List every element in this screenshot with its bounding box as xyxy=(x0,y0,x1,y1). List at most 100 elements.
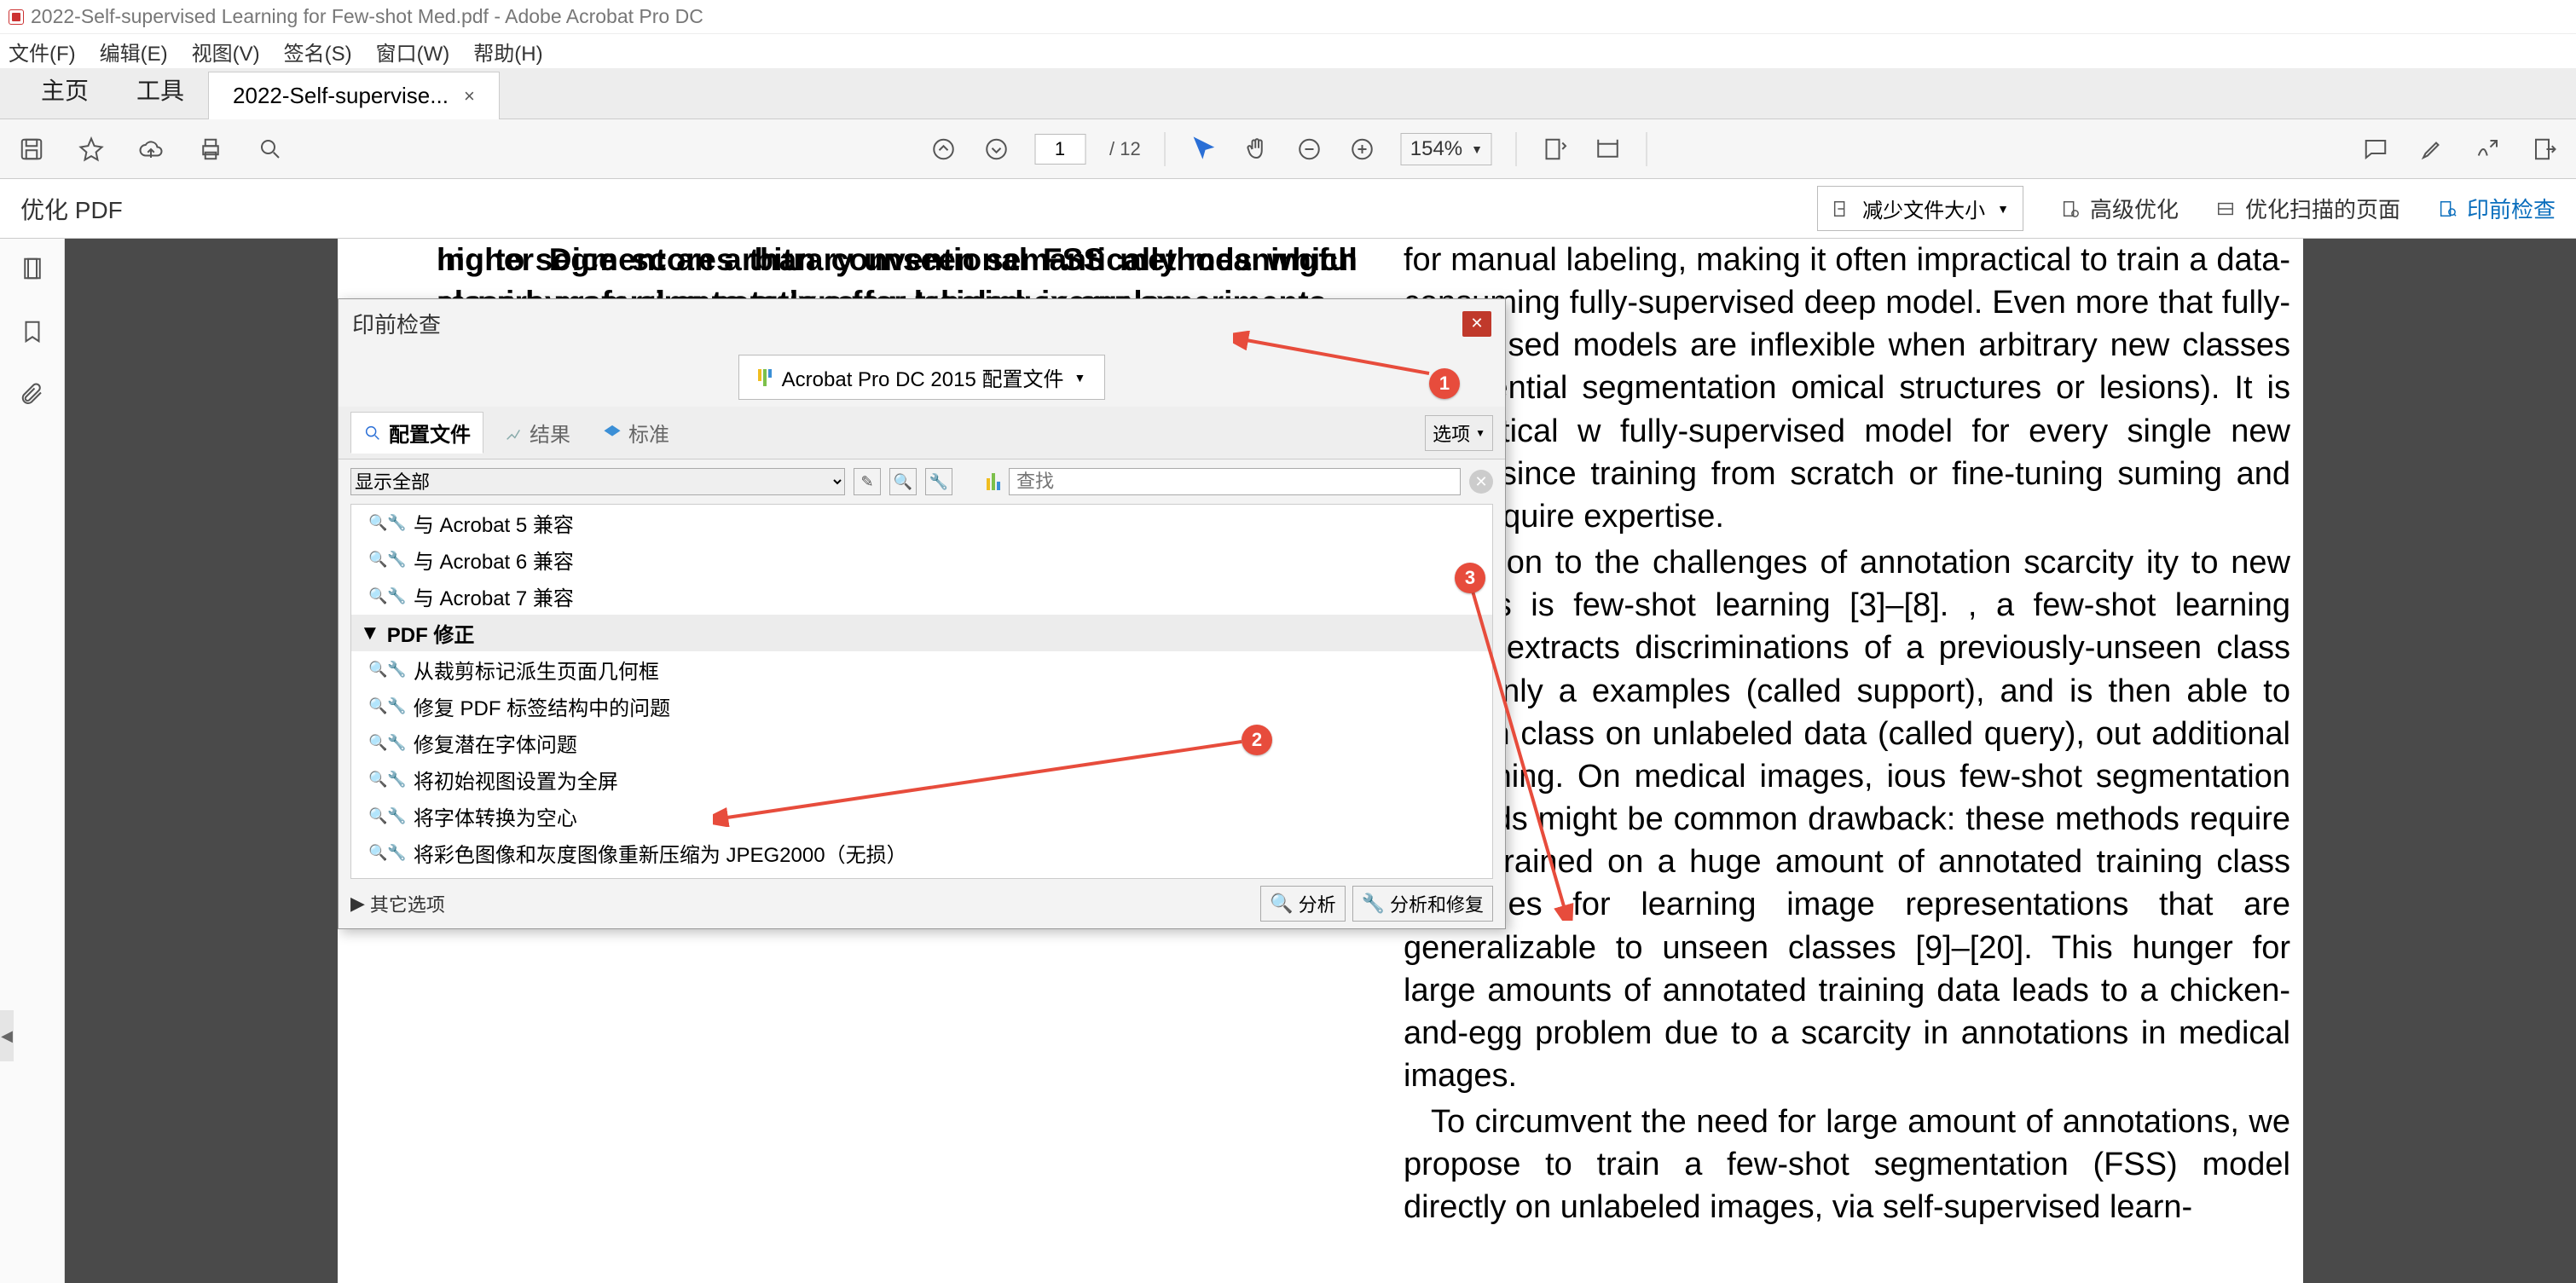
preflight-button[interactable]: 印前检查 xyxy=(2438,193,2556,224)
dialog-footer: ▶其它选项 🔍分析 🔧分析和修复 xyxy=(339,879,1505,928)
dialog-search-input[interactable] xyxy=(1009,468,1461,495)
pdf-icon xyxy=(9,9,24,25)
tab-home[interactable]: 主页 xyxy=(17,61,113,118)
list-item[interactable]: 🔍🔧与 Acrobat 7 兼容 xyxy=(351,578,1492,615)
list-item[interactable]: 🔍🔧与 Acrobat 5 兼容 xyxy=(351,505,1492,541)
pdf-page: ing to segment an arbitrary unseen seman… xyxy=(338,239,2303,1283)
preflight-dialog: 印前检查 ✕ Acrobat Pro DC 2015 配置文件 ▼ 配置文件 xyxy=(338,298,1506,929)
list-item[interactable]: 🔍🔧与 Acrobat 6 兼容 xyxy=(351,541,1492,578)
left-sidebar: ◀ xyxy=(0,239,65,1283)
search-clear-icon[interactable]: ✕ xyxy=(1469,470,1493,494)
zoom-out-icon[interactable] xyxy=(1295,135,1324,164)
reduce-size-label: 减少文件大小 xyxy=(1862,194,1985,223)
tab-results-label: 结果 xyxy=(530,418,570,448)
hand-icon[interactable] xyxy=(1242,135,1271,164)
dialog-tabs: 配置文件 结果 标准 选项▼ xyxy=(339,407,1505,459)
separator xyxy=(1165,132,1166,166)
tab-standards[interactable]: 标准 xyxy=(591,413,681,453)
page-up-icon[interactable] xyxy=(929,135,958,164)
bookmark-icon[interactable] xyxy=(20,319,45,344)
main-area: ◀ ing to segment an arbitrary unseen sem… xyxy=(0,239,2576,1283)
window-titlebar: 2022-Self-supervised Learning for Few-sh… xyxy=(0,0,2576,34)
separator xyxy=(1516,132,1517,166)
pdf-col2-p3: To circumvent the need for large amount … xyxy=(1404,1101,2290,1228)
print-icon[interactable] xyxy=(196,135,225,164)
filter-bars-icon[interactable] xyxy=(987,473,1000,490)
profile-dropdown-label: Acrobat Pro DC 2015 配置文件 xyxy=(782,362,1064,392)
pdf-col2: for manual labeling, making it often imp… xyxy=(1404,239,2290,1229)
optimize-subbar: 优化 PDF 减少文件大小 ▼ 高级优化 优化扫描的页面 印前检查 xyxy=(0,179,2576,239)
filter-search-icon[interactable]: 🔍 xyxy=(889,468,917,495)
page-down-icon[interactable] xyxy=(981,135,1010,164)
analyze-fix-button[interactable]: 🔧分析和修复 xyxy=(1352,886,1493,922)
toolbar-center: / 12 154%▼ xyxy=(929,132,1647,166)
dialog-options[interactable]: 选项▼ xyxy=(1425,415,1493,451)
profile-list[interactable]: 🔍🔧与 Acrobat 5 兼容 🔍🔧与 Acrobat 6 兼容 🔍🔧与 Ac… xyxy=(350,504,1493,879)
pdf-col2-p1: for manual labeling, making it often imp… xyxy=(1404,239,2290,538)
list-group-pdf-fix[interactable]: ▼PDF 修正 xyxy=(351,615,1492,651)
filter-select[interactable]: 显示全部 xyxy=(350,468,845,495)
callout-1: 1 xyxy=(1429,368,1460,399)
optimize-scan-button[interactable]: 优化扫描的页面 xyxy=(2216,193,2400,224)
main-toolbar: / 12 154%▼ xyxy=(0,119,2576,179)
profile-bars-icon xyxy=(758,369,772,386)
attachment-icon[interactable] xyxy=(20,382,45,407)
filter-wand-icon[interactable]: ✎ xyxy=(854,468,881,495)
subbar-title: 优化 PDF xyxy=(20,192,123,226)
advanced-optimize-label: 高级优化 xyxy=(2090,193,2179,224)
reduce-size-button[interactable]: 减少文件大小 ▼ xyxy=(1817,186,2023,231)
list-item[interactable]: 🔍🔧将字体转换为空心 xyxy=(351,798,1492,835)
filter-wrench-icon[interactable]: 🔧 xyxy=(925,468,952,495)
highlight-icon[interactable] xyxy=(2417,135,2446,164)
pdf-col2-p2: solution to the challenges of annotation… xyxy=(1404,541,2290,1097)
fit-width-icon[interactable] xyxy=(1541,135,1570,164)
profile-dropdown[interactable]: Acrobat Pro DC 2015 配置文件 ▼ xyxy=(738,355,1106,400)
callout-2: 2 xyxy=(1242,725,1272,755)
tab-tools[interactable]: 工具 xyxy=(113,61,208,118)
page-total: / 12 xyxy=(1109,138,1141,160)
menu-window[interactable]: 窗口(W) xyxy=(376,37,450,66)
advanced-optimize-button[interactable]: 高级优化 xyxy=(2061,193,2179,224)
list-item[interactable]: 🔍🔧将彩色图像和灰度图像重新压缩为 JPEG（高质量） xyxy=(351,871,1492,879)
list-item[interactable]: 🔍🔧从裁剪标记派生页面几何框 xyxy=(351,651,1492,688)
toolbar-right xyxy=(2361,135,2559,164)
list-item[interactable]: 🔍🔧修复 PDF 标签结构中的问题 xyxy=(351,688,1492,725)
tab-profiles[interactable]: 配置文件 xyxy=(350,412,483,454)
dialog-title: 印前检查 xyxy=(352,308,441,339)
analyze-button[interactable]: 🔍分析 xyxy=(1260,886,1345,922)
dialog-close-icon[interactable]: ✕ xyxy=(1462,311,1491,337)
save-icon[interactable] xyxy=(17,135,46,164)
list-item[interactable]: 🔍🔧将初始视图设置为全屏 xyxy=(351,761,1492,798)
tab-document[interactable]: 2022-Self-supervise... × xyxy=(208,72,500,119)
preflight-label: 印前检查 xyxy=(2467,193,2556,224)
search-icon[interactable] xyxy=(256,135,285,164)
window-title: 2022-Self-supervised Learning for Few-sh… xyxy=(31,5,703,28)
fit-page-icon[interactable] xyxy=(1594,135,1623,164)
sign-icon[interactable] xyxy=(2474,135,2503,164)
list-item[interactable]: 🔍🔧将彩色图像和灰度图像重新压缩为 JPEG2000（无损） xyxy=(351,835,1492,871)
tab-bar: 主页 工具 2022-Self-supervise... × xyxy=(0,68,2576,119)
more-icon[interactable] xyxy=(2530,135,2559,164)
star-icon[interactable] xyxy=(77,135,106,164)
document-area[interactable]: ing to segment an arbitrary unseen seman… xyxy=(65,239,2576,1283)
footer-expand[interactable]: ▶其它选项 xyxy=(350,890,445,917)
dialog-filter-row: 显示全部 ✎ 🔍 🔧 ✕ xyxy=(339,459,1505,504)
zoom-level[interactable]: 154%▼ xyxy=(1401,133,1492,165)
menu-bar: 文件(F) 编辑(E) 视图(V) 签名(S) 窗口(W) 帮助(H) xyxy=(0,34,2576,68)
list-item[interactable]: 🔍🔧修复潜在字体问题 xyxy=(351,725,1492,761)
tab-close-icon[interactable]: × xyxy=(464,85,475,107)
tab-standards-label: 标准 xyxy=(628,418,669,448)
menu-help[interactable]: 帮助(H) xyxy=(473,37,542,66)
callout-3: 3 xyxy=(1455,563,1485,593)
sidebar-collapse-icon[interactable]: ◀ xyxy=(0,1010,14,1061)
menu-sign[interactable]: 签名(S) xyxy=(284,37,352,66)
comment-icon[interactable] xyxy=(2361,135,2390,164)
tab-results[interactable]: 结果 xyxy=(492,413,582,453)
page-number-input[interactable] xyxy=(1034,134,1085,165)
tab-document-label: 2022-Self-supervise... xyxy=(233,83,449,109)
cloud-icon[interactable] xyxy=(136,135,165,164)
zoom-in-icon[interactable] xyxy=(1348,135,1377,164)
thumbnails-icon[interactable] xyxy=(20,256,45,281)
optimize-scan-label: 优化扫描的页面 xyxy=(2245,193,2400,224)
pointer-icon[interactable] xyxy=(1190,135,1219,164)
